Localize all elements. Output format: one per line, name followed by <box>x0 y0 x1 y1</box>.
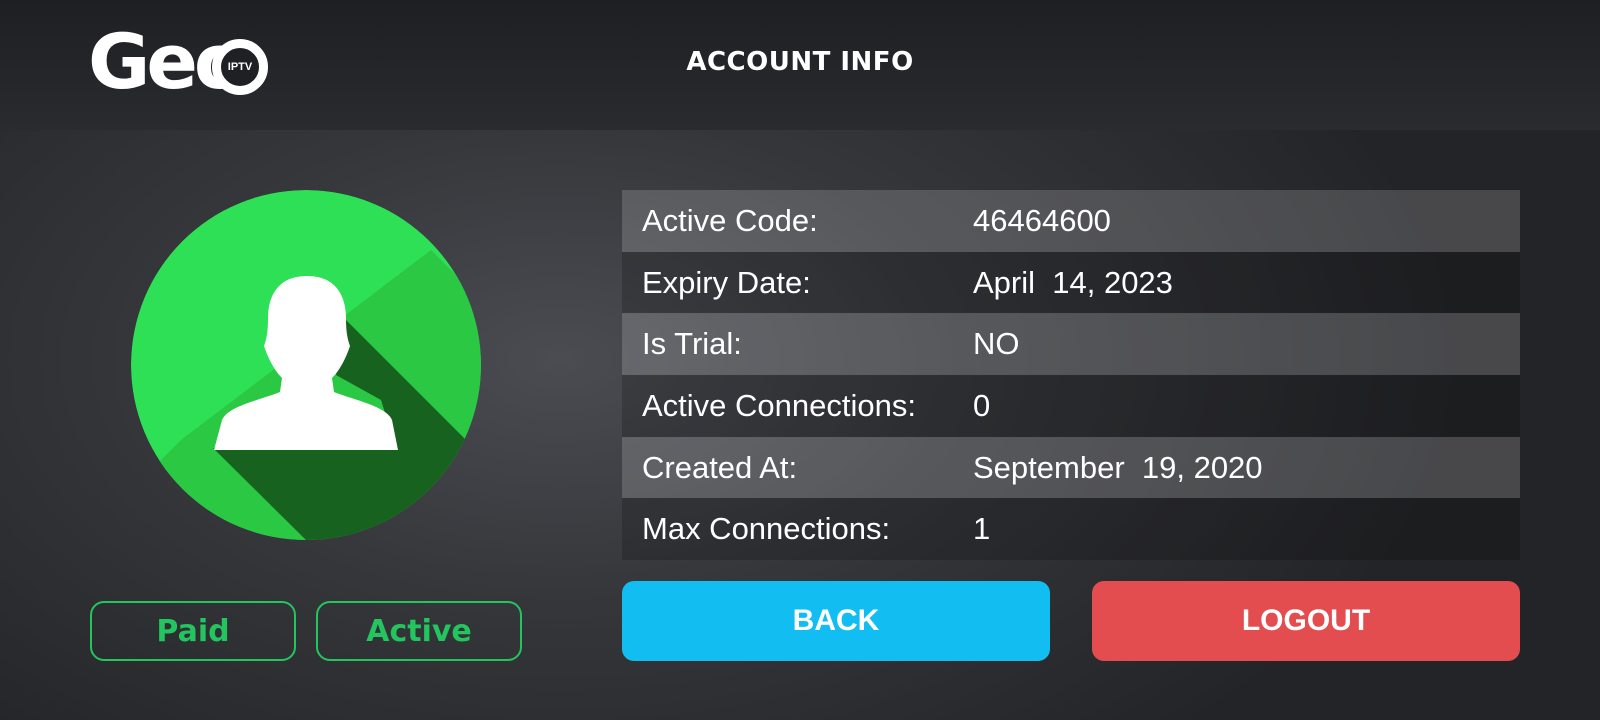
info-label: Is Trial: <box>642 326 742 362</box>
active-status-badge: Active <box>316 601 522 661</box>
info-row-active-code: Active Code: 46464600 <box>622 190 1520 252</box>
info-row-max-connections: Max Connections: 1 <box>622 498 1520 561</box>
info-value: 46464600 <box>973 202 1111 238</box>
info-label: Max Connections: <box>642 511 891 547</box>
info-row-created-at: Created At: September 19, 2020 <box>622 436 1520 499</box>
info-label: Active Code: <box>642 202 818 238</box>
user-icon <box>131 190 481 540</box>
page-title: ACCOUNT INFO <box>686 47 914 77</box>
info-label: Active Connections: <box>642 387 916 423</box>
info-label: Expiry Date: <box>642 264 811 300</box>
info-label: Created At: <box>642 449 798 485</box>
info-value: NO <box>973 326 1020 362</box>
info-value: April 14, 2023 <box>973 264 1173 300</box>
account-info-table: Active Code: 46464600 Expiry Date: April… <box>622 190 1520 561</box>
info-value: 0 <box>973 387 991 423</box>
user-avatar <box>131 190 481 540</box>
info-row-is-trial: Is Trial: NO <box>622 313 1520 376</box>
info-row-active-connections: Active Connections: 0 <box>622 375 1520 437</box>
info-value: 1 <box>973 511 991 547</box>
logout-button[interactable]: LOGOUT <box>1092 581 1520 661</box>
back-button[interactable]: BACK <box>622 581 1050 661</box>
paid-badge: Paid <box>90 601 296 661</box>
top-bar: Geo IPTV ACCOUNT INFO <box>0 0 1600 130</box>
info-value: September 19, 2020 <box>973 449 1263 485</box>
info-row-expiry-date: Expiry Date: April 14, 2023 <box>622 251 1520 314</box>
